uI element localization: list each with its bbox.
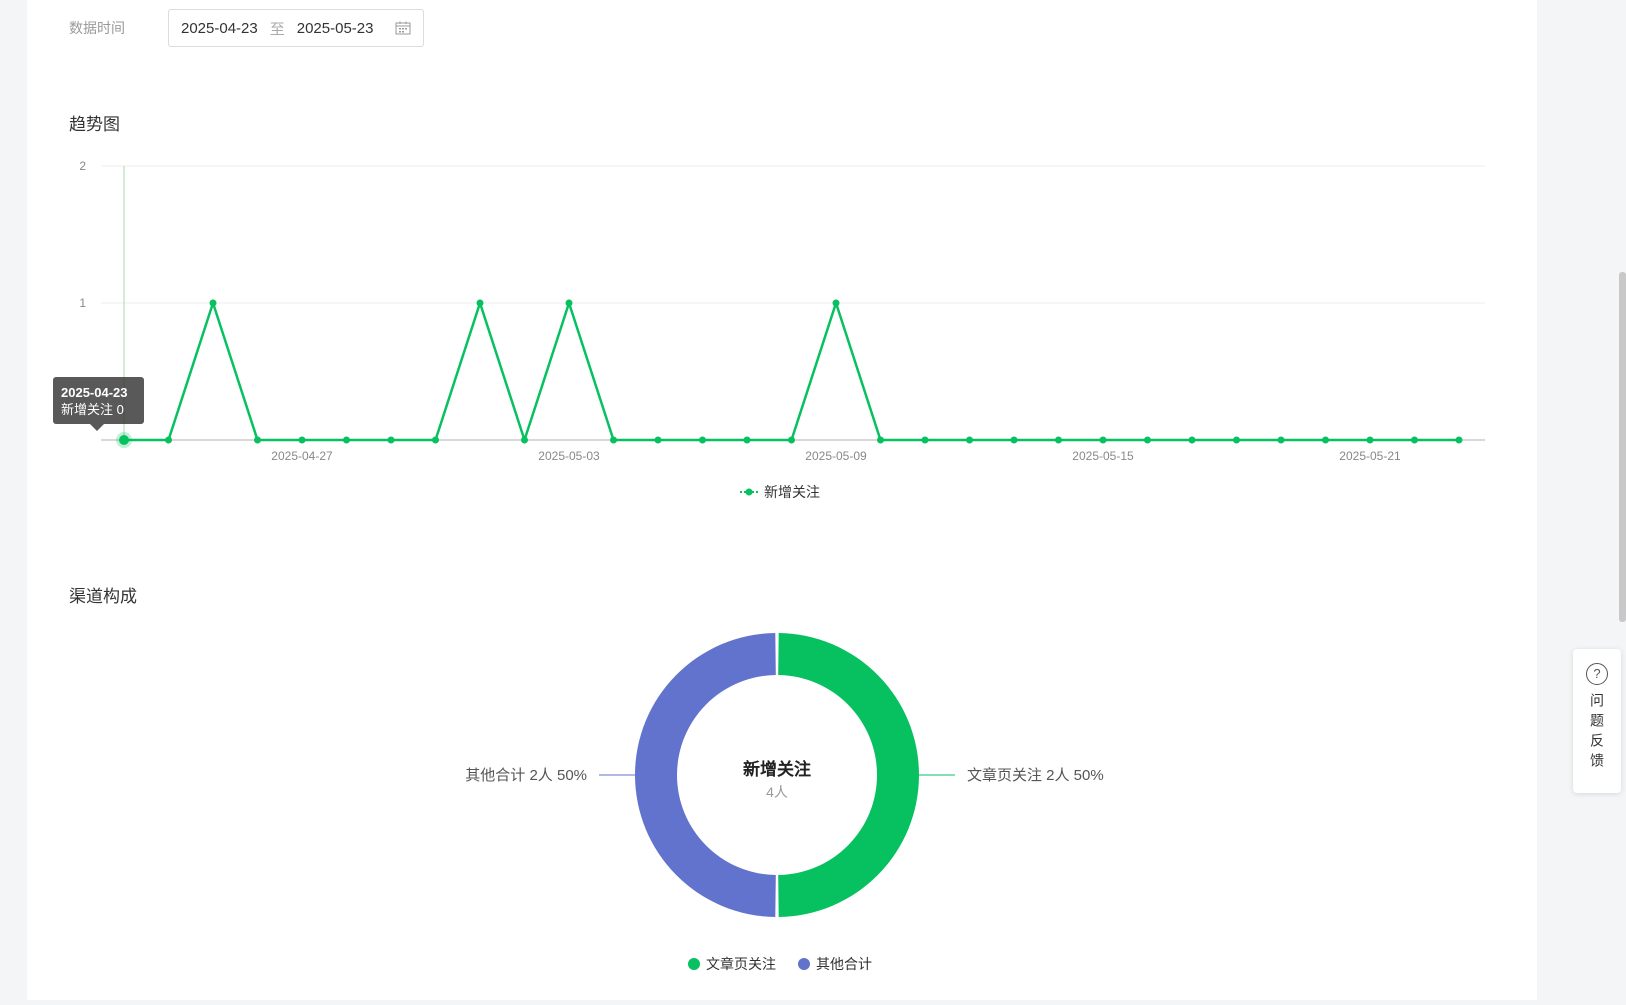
tooltip-value: 新增关注 0 (61, 402, 124, 417)
trend-title: 趋势图 (69, 115, 120, 134)
end-date[interactable]: 2025-05-23 (297, 20, 374, 37)
start-date[interactable]: 2025-04-23 (181, 20, 258, 37)
data-point (1455, 436, 1463, 444)
data-point (921, 436, 929, 444)
data-point (1277, 436, 1285, 444)
y-tick-label: 2 (79, 159, 86, 173)
legend-line-marker (740, 488, 758, 496)
data-point (743, 436, 751, 444)
data-point (1233, 436, 1240, 444)
data-point (1322, 436, 1329, 444)
data-point (254, 436, 261, 444)
data-point (654, 436, 662, 444)
data-point (119, 435, 129, 445)
feedback-button[interactable]: ? 问题反馈 (1573, 649, 1621, 793)
data-point (610, 436, 617, 444)
data-point (521, 436, 528, 444)
x-tick-label: 2025-04-27 (271, 449, 333, 463)
legend-item-new-follow[interactable]: 新增关注 (740, 482, 820, 502)
x-tick-label: 2025-05-15 (1072, 449, 1134, 463)
legend-dot-other (798, 958, 810, 970)
x-tick-label: 2025-05-03 (538, 449, 600, 463)
channel-donut-chart: 文章页关注 2人 50% 其他合计 2人 50% 新增关注 4人 (465, 633, 1104, 917)
trend-line-chart: 1 2 2025-04-27 2025-05-03 2025-05-09 2025-05-… (79, 159, 1485, 463)
data-point (343, 436, 350, 444)
legend-label-article: 文章页关注 (706, 956, 776, 972)
data-point (432, 436, 439, 444)
data-point (1055, 436, 1062, 444)
date-separator: 至 (269, 20, 285, 38)
calendar-icon[interactable] (395, 21, 411, 35)
data-point (1144, 436, 1151, 444)
help-icon: ? (1586, 663, 1608, 685)
data-point (298, 436, 306, 444)
data-point (966, 436, 973, 444)
data-point (788, 436, 795, 444)
legend-label-other: 其他合计 (816, 956, 872, 972)
date-filter-label: 数据时间 (69, 20, 125, 36)
data-point (1411, 436, 1418, 444)
data-point (699, 436, 706, 444)
data-point (877, 436, 884, 444)
y-tick-label: 1 (79, 296, 86, 310)
data-point (565, 299, 573, 307)
legend-dot-article (688, 958, 700, 970)
legend-item-article[interactable]: 文章页关注 (688, 954, 776, 974)
pie-slice-label: 其他合计 2人 50% (465, 767, 587, 784)
data-point (387, 436, 395, 444)
data-point (165, 436, 172, 444)
feedback-label: 问题反馈 (1589, 693, 1605, 773)
x-tick-label: 2025-05-09 (805, 449, 867, 463)
data-point (476, 299, 484, 307)
data-point (1188, 436, 1196, 444)
series-line-new-follow (124, 298, 1459, 445)
page-scrollbar[interactable] (1619, 272, 1626, 622)
legend-label-new-follow: 新增关注 (764, 484, 820, 500)
data-point (1366, 436, 1374, 444)
data-point (1010, 436, 1018, 444)
chart-tooltip: 2025-04-23 新增关注 0 (53, 377, 144, 431)
legend-item-other[interactable]: 其他合计 (798, 954, 872, 974)
pie-legend[interactable]: 文章页关注 其他合计 (0, 954, 1560, 974)
trend-legend[interactable]: 新增关注 (0, 482, 1560, 502)
x-tick-label: 2025-05-21 (1339, 449, 1401, 463)
pie-slice-label: 文章页关注 2人 50% (967, 766, 1104, 784)
donut-center-value: 4人 (766, 784, 788, 800)
data-point (832, 299, 840, 307)
date-range-picker[interactable]: 2025-04-23 至 2025-05-23 (168, 9, 424, 47)
tooltip-date: 2025-04-23 (61, 385, 128, 400)
data-point (1099, 436, 1107, 444)
data-point (209, 299, 217, 307)
donut-center-title: 新增关注 (743, 759, 811, 779)
